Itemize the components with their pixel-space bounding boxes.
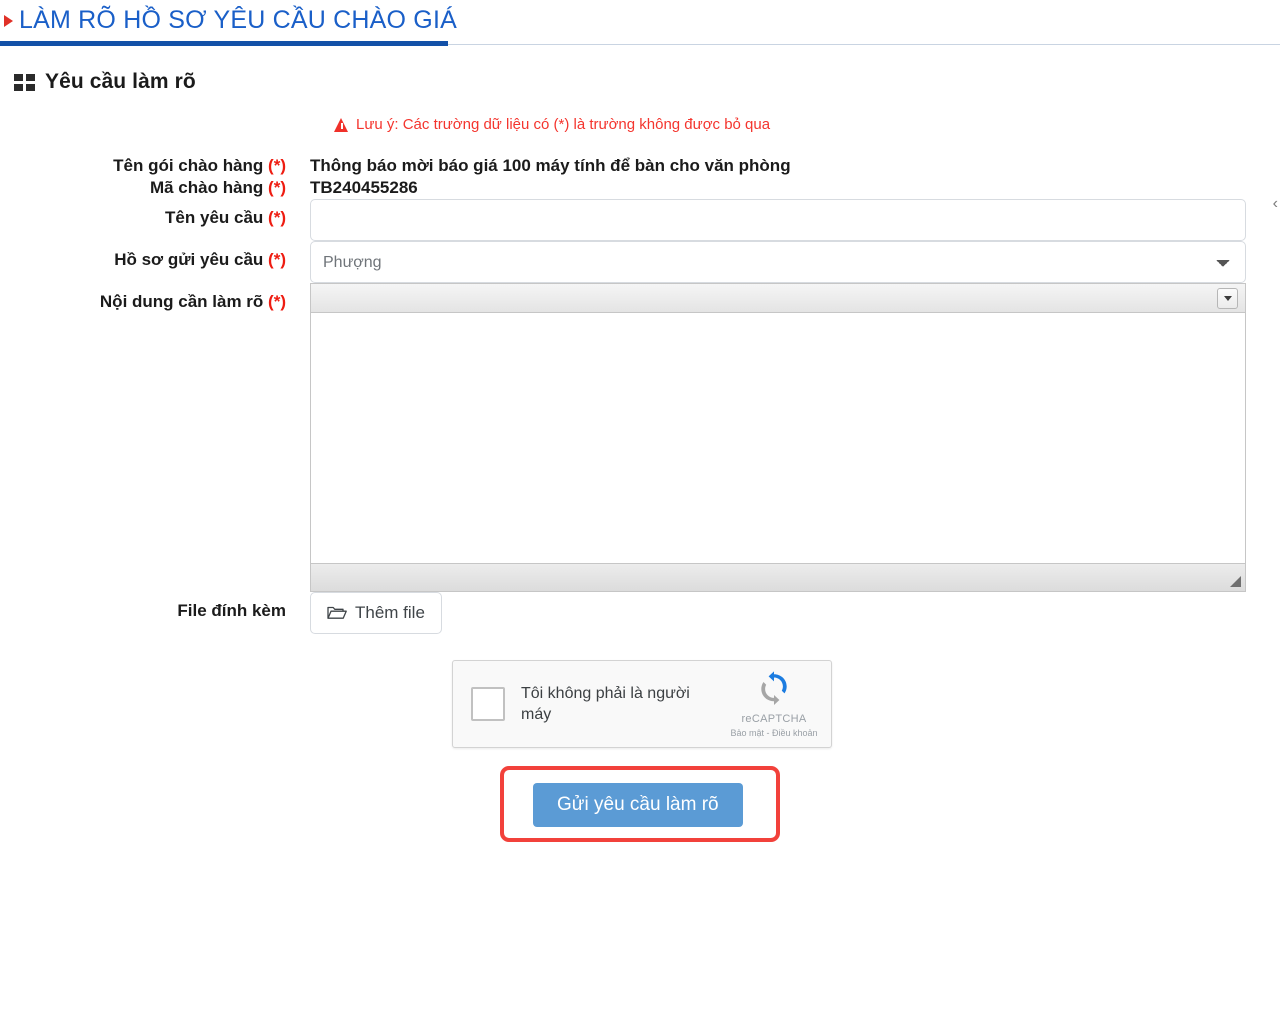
form-row-request-name: Tên yêu cầu (*) [0, 199, 1280, 241]
page-header-title-wrap: LÀM RÕ HỒ SƠ YÊU CẦU CHÀO GIÁ [0, 0, 1280, 40]
page-title: LÀM RÕ HỒ SƠ YÊU CẦU CHÀO GIÁ [19, 5, 457, 34]
add-file-button-label: Thêm file [355, 603, 425, 622]
editor-content-area[interactable] [311, 313, 1245, 563]
required-marker: (*) [268, 178, 286, 197]
clarification-content-label-text: Nội dung cần làm rõ [99, 292, 264, 311]
request-name-field [310, 199, 1280, 241]
package-name-field: Thông báo mời báo giá 100 máy tính để bà… [310, 155, 1280, 177]
warning-triangle-icon [334, 117, 349, 132]
request-name-input[interactable] [310, 199, 1246, 241]
required-marker: (*) [268, 208, 286, 227]
required-marker: (*) [268, 292, 286, 311]
required-marker: (*) [268, 250, 286, 269]
clarification-content-label: Nội dung cần làm rõ (*) [0, 283, 310, 313]
package-name-label: Tên gói chào hàng (*) [0, 155, 310, 177]
form-row-submitting-document: Hồ sơ gửi yêu cầu (*) Phượng [0, 241, 1280, 283]
recaptcha-container: Tôi không phải là người máy reCAPTCHA Bả… [0, 660, 1280, 748]
resize-grip-icon[interactable] [1230, 576, 1241, 587]
package-name-label-text: Tên gói chào hàng [113, 156, 264, 175]
attachment-label-text: File đính kèm [177, 601, 286, 620]
submit-area: Gửi yêu cầu làm rõ [0, 766, 1280, 842]
package-code-label-text: Mã chào hàng [149, 178, 264, 197]
section-title: Yêu cầu làm rõ [45, 70, 196, 93]
submitting-document-label: Hồ sơ gửi yêu cầu (*) [0, 241, 310, 271]
editor-status-bar [311, 563, 1245, 591]
recaptcha-checkbox[interactable] [471, 687, 505, 721]
submit-clarification-button[interactable]: Gửi yêu cầu làm rõ [533, 783, 743, 827]
submitting-document-select[interactable]: Phượng [310, 241, 1246, 283]
chevron-left-icon[interactable]: ‹ [1273, 196, 1278, 212]
request-name-label: Tên yêu cầu (*) [0, 199, 310, 229]
clarification-form: Tên gói chào hàng (*) Thông báo mời báo … [0, 155, 1280, 634]
package-code-value: TB240455286 [310, 178, 418, 197]
page-header: LÀM RÕ HỒ SƠ YÊU CẦU CHÀO GIÁ [0, 0, 1280, 46]
submitting-document-field: Phượng [310, 241, 1280, 283]
header-divider [448, 44, 1280, 45]
folder-open-icon [327, 606, 347, 619]
package-code-label: Mã chào hàng (*) [0, 177, 310, 199]
recaptcha-terms[interactable]: Bảo mật - Điều khoản [729, 728, 819, 738]
recaptcha-widget[interactable]: Tôi không phải là người máy reCAPTCHA Bả… [452, 660, 832, 748]
form-row-package-code: Mã chào hàng (*) TB240455286 [0, 177, 1280, 199]
clarification-content-field [310, 283, 1280, 592]
attachment-label: File đính kèm [0, 592, 310, 622]
section-header: Yêu cầu làm rõ [14, 70, 1280, 94]
add-file-button[interactable]: Thêm file [310, 592, 442, 634]
header-accent-bar [0, 41, 448, 46]
form-row-attachment: File đính kèm Thêm file [0, 592, 1280, 634]
form-row-package-name: Tên gói chào hàng (*) Thông báo mời báo … [0, 155, 1280, 177]
grid-icon [14, 73, 35, 91]
required-marker: (*) [268, 156, 286, 175]
recaptcha-logo-icon [761, 670, 787, 705]
recaptcha-brand: reCAPTCHA Bảo mật - Điều khoản [729, 670, 819, 738]
recaptcha-brand-name: reCAPTCHA [741, 712, 807, 725]
package-name-value: Thông báo mời báo giá 100 máy tính để bà… [310, 156, 791, 175]
chevron-down-icon[interactable] [1217, 288, 1238, 309]
red-triangle-icon [4, 15, 13, 27]
package-code-field: TB240455286 [310, 177, 1280, 199]
attachment-field: Thêm file [310, 592, 1280, 634]
editor-toolbar [311, 284, 1245, 313]
request-name-label-text: Tên yêu cầu [165, 208, 264, 227]
required-fields-note: Lưu ý: Các trường dữ liệu có (*) là trườ… [0, 116, 1280, 133]
required-fields-note-text: Lưu ý: Các trường dữ liệu có (*) là trườ… [356, 116, 771, 133]
rich-text-editor [310, 283, 1246, 592]
form-row-clarification-content: Nội dung cần làm rõ (*) [0, 283, 1280, 592]
recaptcha-label: Tôi không phải là người máy [521, 685, 690, 723]
submitting-document-label-text: Hồ sơ gửi yêu cầu [114, 250, 264, 269]
